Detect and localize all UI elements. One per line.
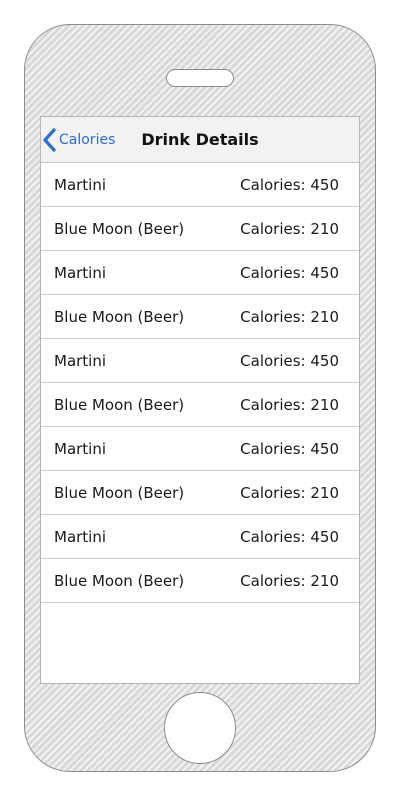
- list-item[interactable]: Blue Moon (Beer) Calories: 210: [41, 471, 359, 515]
- drink-name: Blue Moon (Beer): [54, 219, 185, 238]
- drink-calories: Calories: 450: [240, 351, 339, 370]
- home-button[interactable]: [164, 692, 236, 764]
- list-item[interactable]: Martini Calories: 450: [41, 427, 359, 471]
- speaker-grille: [166, 69, 234, 87]
- drink-name: Martini: [54, 527, 107, 546]
- drink-name: Blue Moon (Beer): [54, 483, 185, 502]
- list-item[interactable]: Martini Calories: 450: [41, 339, 359, 383]
- drink-calories: Calories: 210: [240, 483, 339, 502]
- drink-calories: Calories: 210: [240, 219, 339, 238]
- drink-name: Martini: [54, 439, 107, 458]
- list-item[interactable]: Blue Moon (Beer) Calories: 210: [41, 559, 359, 603]
- list-item[interactable]: Martini Calories: 450: [41, 515, 359, 559]
- drink-calories: Calories: 210: [240, 307, 339, 326]
- drink-calories: Calories: 210: [240, 571, 339, 590]
- list-item[interactable]: Martini Calories: 450: [41, 251, 359, 295]
- back-button[interactable]: Calories: [41, 117, 115, 163]
- navigation-bar: Calories Drink Details: [41, 117, 359, 163]
- drink-name: Blue Moon (Beer): [54, 307, 185, 326]
- drink-calories: Calories: 210: [240, 395, 339, 414]
- drink-name: Martini: [54, 351, 107, 370]
- drink-name: Martini: [54, 263, 107, 282]
- drink-calories: Calories: 450: [240, 439, 339, 458]
- chevron-left-icon: [43, 128, 56, 152]
- drink-name: Blue Moon (Beer): [54, 395, 185, 414]
- list-item[interactable]: Martini Calories: 450: [41, 163, 359, 207]
- drink-calories: Calories: 450: [240, 527, 339, 546]
- drink-name: Blue Moon (Beer): [54, 571, 185, 590]
- drink-calories: Calories: 450: [240, 175, 339, 194]
- back-button-label: Calories: [59, 132, 116, 148]
- list-item[interactable]: Blue Moon (Beer) Calories: 210: [41, 207, 359, 251]
- drink-list: Martini Calories: 450 Blue Moon (Beer) C…: [41, 163, 359, 603]
- drink-calories: Calories: 450: [240, 263, 339, 282]
- list-item[interactable]: Blue Moon (Beer) Calories: 210: [41, 383, 359, 427]
- list-item[interactable]: Blue Moon (Beer) Calories: 210: [41, 295, 359, 339]
- screen: Calories Drink Details Martini Calories:…: [40, 116, 360, 684]
- drink-name: Martini: [54, 175, 107, 194]
